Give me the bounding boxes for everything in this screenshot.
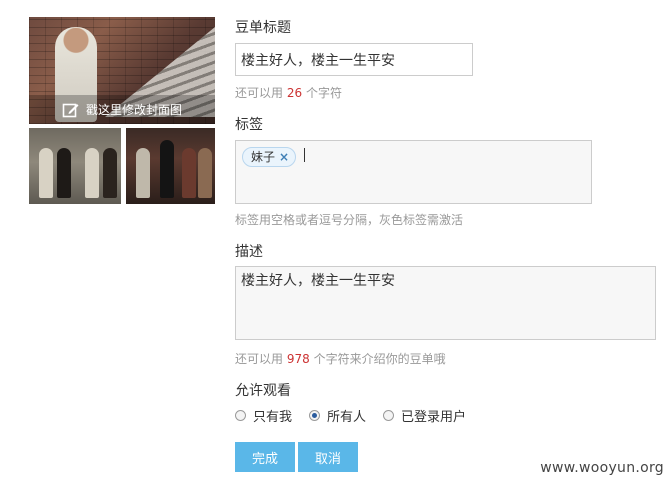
visibility-label: 允许观看 [235, 383, 291, 399]
title-label: 豆单标题 [235, 20, 291, 36]
radio-only-me[interactable]: 只有我 [235, 406, 292, 425]
tag-remove-icon[interactable]: × [279, 148, 289, 166]
tags-input[interactable]: 妹子 × [235, 140, 592, 204]
tag-chip-label: 妹子 [251, 150, 276, 164]
title-hint: 还可以用 26 个字符 [235, 86, 342, 100]
edit-icon [62, 103, 79, 117]
edit-cover-overlay[interactable]: 戳这里修改封面图 [29, 95, 215, 124]
radio-button-selected[interactable] [309, 410, 320, 421]
cover-thumbnail[interactable] [29, 128, 121, 204]
cover-panel[interactable]: 戳这里修改封面图 [29, 17, 215, 204]
description-hint: 还可以用 978 个字符来介绍你的豆单哦 [235, 352, 446, 366]
edit-doulist-page: 戳这里修改封面图 豆单标题 楼主好人，楼主一生平安 还可以用 26 个字符 标签… [0, 0, 668, 478]
tags-label: 标签 [235, 117, 263, 133]
edit-cover-label: 戳这里修改封面图 [85, 103, 182, 117]
title-input[interactable]: 楼主好人，楼主一生平安 [235, 43, 473, 76]
cancel-button[interactable]: 取消 [298, 442, 358, 472]
radio-button[interactable] [235, 410, 246, 421]
radio-logged-in-users[interactable]: 已登录用户 [383, 406, 466, 425]
radio-button[interactable] [383, 410, 394, 421]
tag-chip[interactable]: 妹子 × [242, 147, 297, 167]
description-label: 描述 [235, 244, 263, 260]
cover-image-main[interactable]: 戳这里修改封面图 [29, 17, 215, 124]
cover-thumbnail[interactable] [126, 128, 215, 204]
text-cursor [304, 148, 305, 162]
watermark-text: www.wooyun.org [540, 460, 664, 476]
description-textarea[interactable]: 楼主好人，楼主一生平安 [235, 266, 656, 340]
tags-hint: 标签用空格或者逗号分隔，灰色标签需激活 [235, 213, 464, 227]
submit-button[interactable]: 完成 [235, 442, 295, 472]
radio-everyone[interactable]: 所有人 [309, 406, 366, 425]
title-remaining-count: 26 [286, 86, 303, 100]
description-remaining-count: 978 [286, 352, 310, 366]
